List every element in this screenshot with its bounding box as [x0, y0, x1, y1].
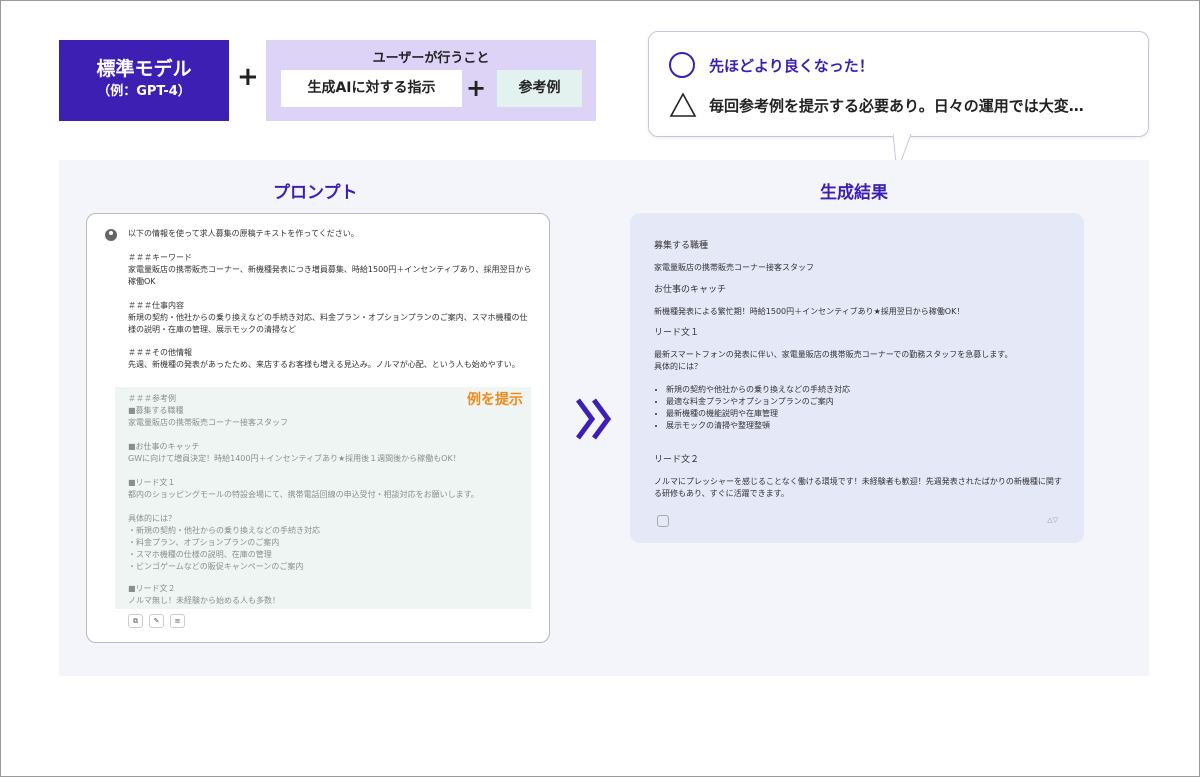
result-lead1-sub: 具体的には？ — [654, 362, 702, 371]
caution-text: 毎回参考例を提示する必要あり。日々の運用では大変… — [709, 96, 1084, 115]
example-line: GWに向けて増員決定！時給1400円＋インセンティブあり★採用後１週間後から稼働… — [128, 454, 461, 463]
prompt-title: プロンプト — [273, 183, 358, 203]
example-line: ・料金プラン、オプションプランのご案内 — [128, 538, 280, 547]
example-chip: 参考例 — [497, 70, 582, 107]
example-line: ・スマホ機種の仕様の説明、在庫の管理 — [128, 550, 272, 559]
example-line: 家電量販店の携帯販売コーナー接客スタッフ — [128, 418, 288, 427]
user-action-title: ユーザーが行うこと — [372, 51, 490, 66]
caution-row: 毎回参考例を提示する必要あり。日々の運用では大変… — [669, 92, 1084, 118]
plus-sign: + — [237, 62, 259, 92]
result-bullet-list: 新規の契約や他社からの乗り換えなどの手続き対応 最適な料金プランやオプションプラ… — [654, 384, 850, 432]
result-lead2-heading: リード文２ — [654, 455, 700, 465]
example-line: 具体的には？ — [128, 514, 176, 523]
user-avatar-icon — [105, 229, 117, 241]
settings-icon[interactable]: ≡ — [170, 614, 185, 628]
example-line: ■お仕事のキャッチ — [128, 442, 200, 451]
result-catch-heading: お仕事のキャッチ — [654, 285, 727, 295]
edit-icon[interactable]: ✎ — [149, 614, 164, 628]
result-bullet: 新規の契約や他社からの乗り換えなどの手続き対応 — [666, 384, 850, 396]
user-action-box: ユーザーが行うこと 生成AIに対する指示 + 参考例 — [266, 40, 596, 121]
standard-model-box: 標準モデル （例：GPT-4） — [59, 40, 229, 121]
other-body: 先週、新機種の発表があったため、来店するお客様も増える見込み。ノルマが心配、とい… — [128, 360, 520, 369]
prompt-toolbar: ⧉ ✎ ≡ — [128, 614, 191, 628]
model-title: 標準モデル — [96, 58, 192, 80]
keyword-heading: ＃＃＃キーワード — [128, 253, 192, 262]
result-lead1-heading: リード文１ — [654, 328, 700, 338]
double-chevron-right-icon — [575, 398, 612, 440]
result-lead2-body: ノルマにプレッシャーを感じることなく働ける環境です！未経験者も歓迎！先週発表され… — [654, 477, 1062, 498]
result-card: 募集する職種 家電量販店の携帯販売コーナー接客スタッフ お仕事のキャッチ 新機種… — [630, 213, 1084, 543]
circle-icon — [669, 52, 695, 78]
result-catch-body: 新機種発表による繁忙期！時給1500円＋インセンティブあり★採用翌日から稼働OK… — [654, 307, 965, 316]
other-heading: ＃＃＃その他情報 — [128, 348, 192, 357]
example-line: ■リード文１ — [128, 478, 176, 487]
example-line: 都内のショッピングモールの特設会場にて、携帯電話回線の申込受付・相談対応をお願い… — [128, 490, 479, 499]
triangle-icon — [669, 92, 697, 117]
example-line: ■リード文２ — [128, 584, 176, 593]
result-lead1-body: 最新スマートフォンの発表に伴い、家電量販店の携帯販売コーナーでの勤務スタッフを急… — [654, 350, 1013, 359]
good-point-text: 先ほどより良くなった！ — [709, 56, 874, 75]
keyword-body: 家電量販店の携帯販売コーナー、新機種発表につき増員募集、時給1500円＋インセン… — [128, 265, 532, 286]
example-line: ノルマ無し！未経験から始める人も多数！ — [128, 596, 280, 605]
model-subtitle: （例：GPT-4） — [97, 84, 191, 99]
plus-sign-inner: + — [466, 74, 487, 102]
feedback-icon[interactable]: △▽ — [1047, 516, 1058, 524]
example-line: ＃＃＃参考例 — [128, 394, 176, 403]
result-bullet: 最新機種の機能説明や在庫管理 — [666, 408, 850, 420]
result-bullet: 展示モックの清掃や整理整頓 — [666, 420, 850, 432]
job-body: 新規の契約・他社からの乗り換えなどの手続き対応、料金プラン・オプションプランのご… — [128, 313, 528, 334]
result-job-body: 家電量販店の携帯販売コーナー接客スタッフ — [654, 263, 814, 272]
instruction-chip: 生成AIに対する指示 — [281, 70, 462, 107]
example-area: 例を提示 ＃＃＃参考例 ■募集する職種 家電量販店の携帯販売コーナー接客スタッフ… — [115, 387, 531, 609]
evaluation-bubble: 先ほどより良くなった！ 毎回参考例を提示する必要あり。日々の運用では大変… — [648, 31, 1149, 137]
copy-icon[interactable] — [657, 515, 669, 527]
prompt-intro: 以下の情報を使って求人募集の原稿テキストを作ってください。 — [128, 229, 359, 238]
prompt-card: 以下の情報を使って求人募集の原稿テキストを作ってください。 ＃＃＃キーワード 家… — [86, 213, 550, 643]
example-line: ・ビンゴゲームなどの販促キャンペーンのご案内 — [128, 562, 304, 571]
result-bullet: 最適な料金プランやオプションプランのご案内 — [666, 396, 850, 408]
example-line: ■募集する職種 — [128, 406, 184, 415]
copy-icon[interactable]: ⧉ — [128, 614, 143, 628]
result-title: 生成結果 — [820, 183, 888, 203]
result-job-heading: 募集する職種 — [654, 241, 709, 251]
example-line: ・新規の契約・他社からの乗り換えなどの手続き対応 — [128, 526, 320, 535]
good-point-row: 先ほどより良くなった！ — [669, 52, 874, 78]
job-heading: ＃＃＃仕事内容 — [128, 301, 184, 310]
